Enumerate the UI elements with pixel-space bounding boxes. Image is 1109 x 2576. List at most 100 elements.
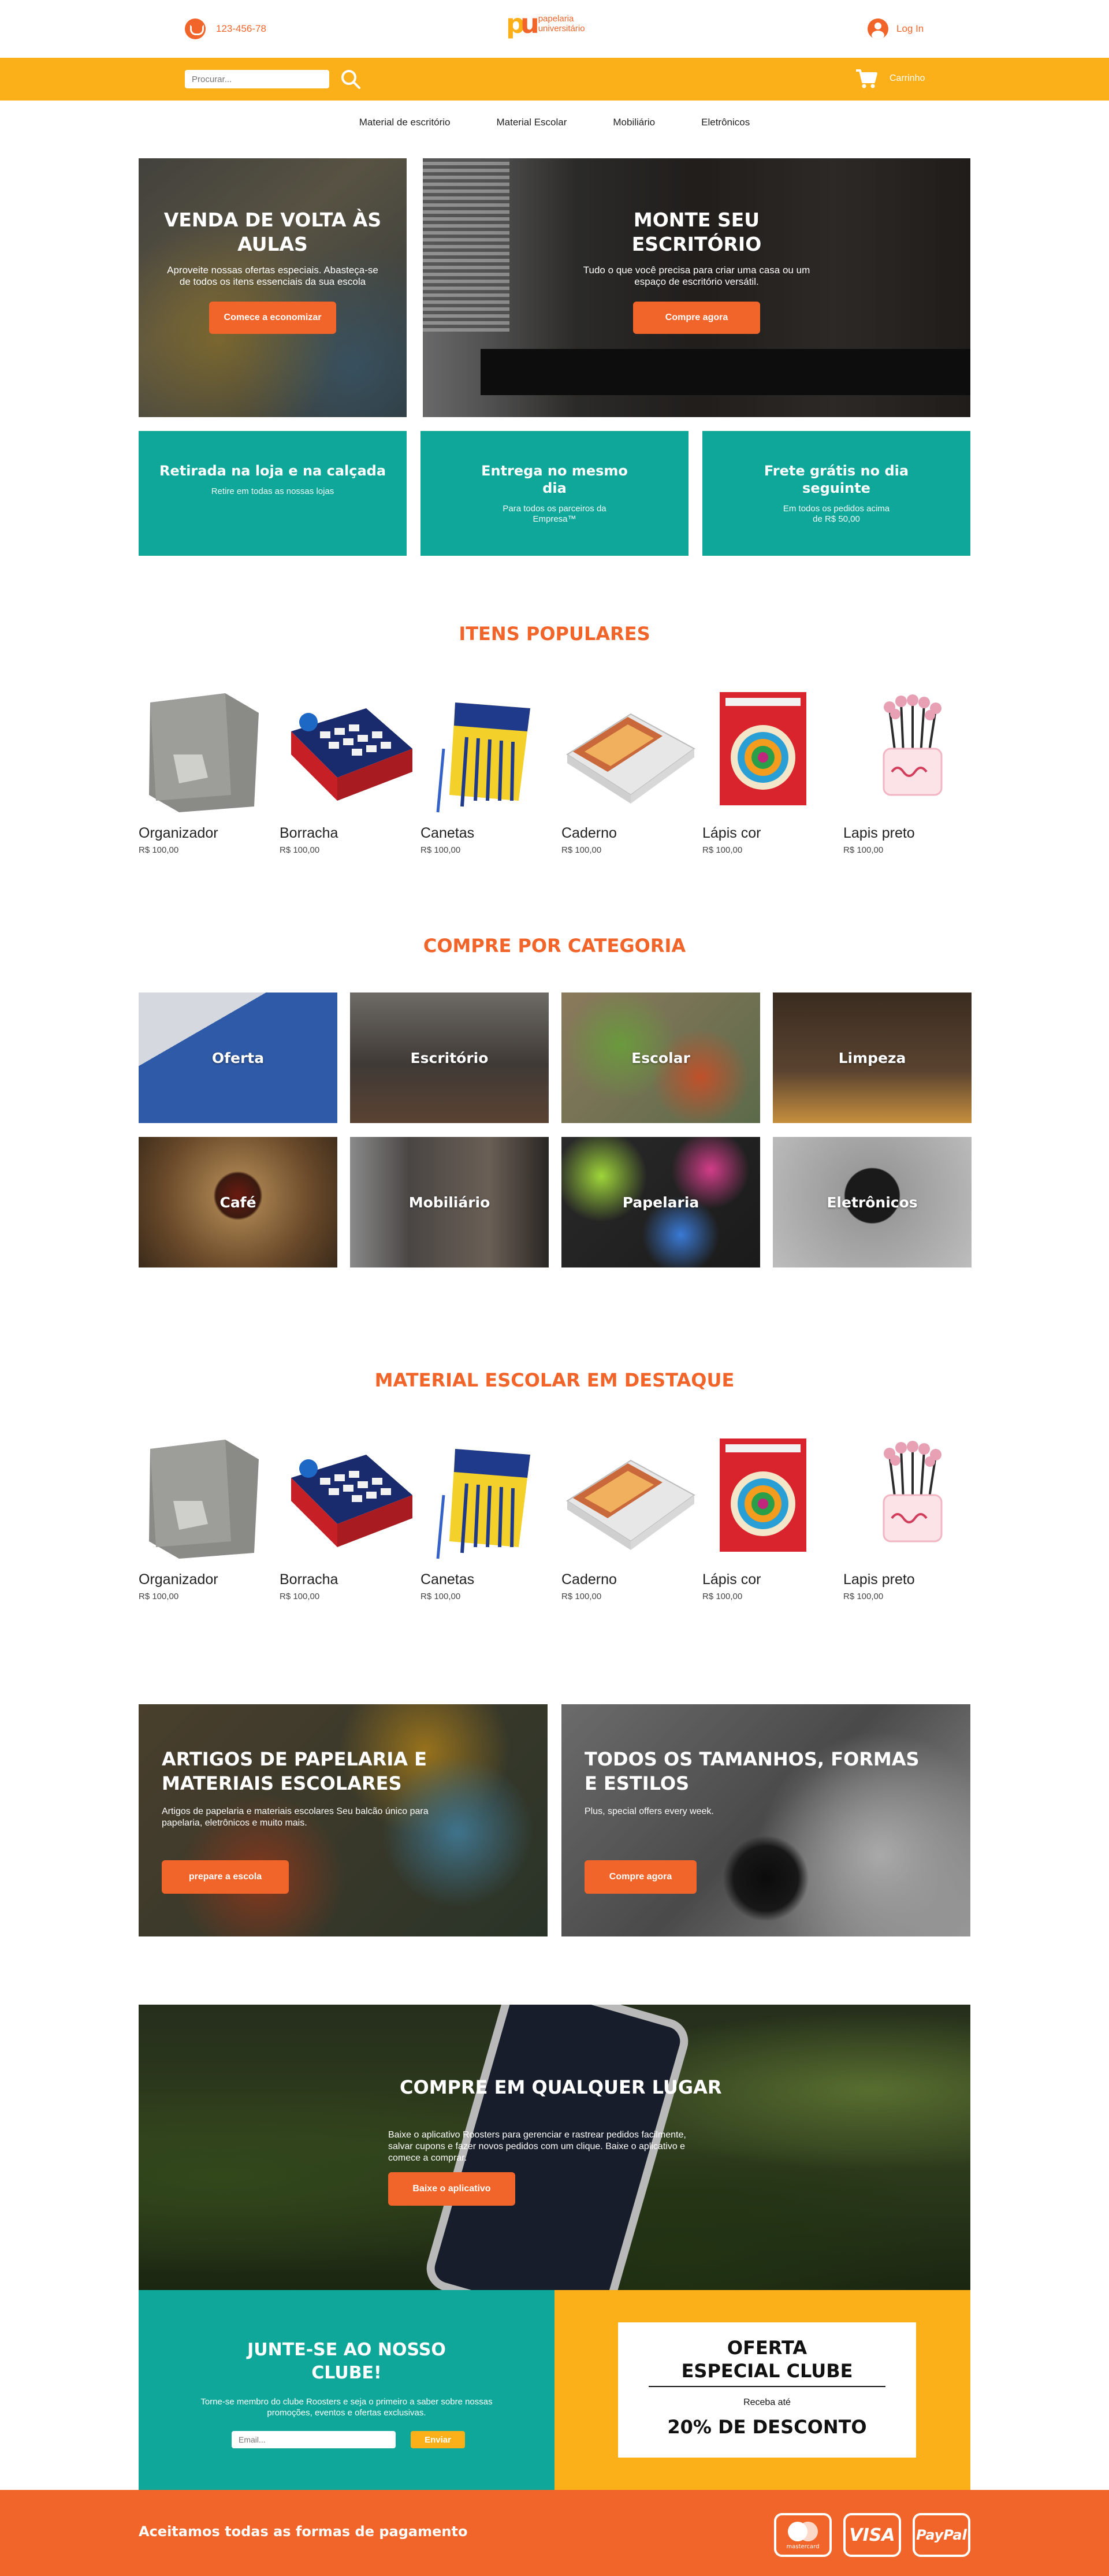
search-icon[interactable] xyxy=(340,68,362,90)
feature-text: Para todos os parceiros da Empresa™ xyxy=(503,504,606,524)
organizer-icon xyxy=(149,1440,259,1559)
login-link[interactable]: Log In xyxy=(868,18,924,39)
product-price: R$ 100,00 xyxy=(843,1592,884,1601)
feature-text: Retire em todas as nossas lojas xyxy=(211,486,334,496)
shop-now-button[interactable]: Compre agora xyxy=(585,1860,697,1894)
mastercard-icon: mastercard xyxy=(774,2513,832,2557)
product-card[interactable]: Borracha R$ 100,00 xyxy=(280,685,420,855)
visa-label: VISA xyxy=(849,2525,895,2545)
product-name: Borracha xyxy=(280,825,338,841)
product-name: Organizador xyxy=(139,825,218,841)
feature-title: Retirada na loja e na calçada xyxy=(159,463,386,479)
search-input[interactable] xyxy=(185,70,329,88)
club-text: Torne-se membro do clube Roosters e seja… xyxy=(200,2397,493,2418)
category-label: Mobiliário xyxy=(408,1194,490,1211)
club-signup: JUNTE-SE AO NOSSO CLUBE! Torne-se membro… xyxy=(139,2290,554,2490)
phone-contact[interactable]: 123-456-78 xyxy=(185,18,266,39)
nav-item-office[interactable]: Material de escritório xyxy=(359,117,451,128)
offer-discount: 20% DE DESCONTO xyxy=(667,2416,867,2438)
promo-overlay xyxy=(561,1704,970,1936)
product-price: R$ 100,00 xyxy=(420,1592,461,1601)
product-price: R$ 100,00 xyxy=(561,1592,602,1601)
feature-text: Em todos os pedidos acima de R$ 50,00 xyxy=(783,504,890,524)
popular-title: ITENS POPULARES xyxy=(459,623,650,645)
featured-title: MATERIAL ESCOLAR EM DESTAQUE xyxy=(374,1369,735,1391)
pencils-icon xyxy=(883,694,943,796)
product-card[interactable]: Lápis cor R$ 100,00 xyxy=(702,1432,843,1601)
user-icon xyxy=(868,18,888,39)
product-card[interactable]: Caderno R$ 100,00 xyxy=(561,1432,702,1601)
logo[interactable]: pu papelaria universitário xyxy=(506,10,585,37)
product-name: Borracha xyxy=(280,1571,338,1588)
top-header: 123-456-78 pu papelaria universitário Lo… xyxy=(0,0,1109,58)
promo-title: ARTIGOS DE PAPELARIA E MATERIAIS ESCOLAR… xyxy=(162,1748,427,1794)
category-offer[interactable]: Oferta xyxy=(139,993,337,1123)
category-electronics[interactable]: Eletrônicos xyxy=(773,1137,972,1267)
cart-label: Carrinho xyxy=(890,73,925,83)
product-name: Organizador xyxy=(139,1571,218,1588)
promo-sizes: TODOS OS TAMANHOS, FORMAS E ESTILOS Plus… xyxy=(561,1704,970,1936)
footer: Aceitamos todas as formas de pagamento m… xyxy=(0,2490,1109,2576)
app-title: COMPRE EM QUALQUER LUGAR xyxy=(400,2076,722,2098)
product-card[interactable]: Canetas R$ 100,00 xyxy=(420,1432,561,1601)
product-card[interactable]: Borracha R$ 100,00 xyxy=(280,1432,420,1601)
hero-text: Aproveite nossas ofertas especiais. Abas… xyxy=(167,265,378,287)
hero-back-to-school: VENDA DE VOLTA ÀS AULAS Aproveite nossas… xyxy=(139,158,407,417)
email-field[interactable] xyxy=(232,2431,396,2448)
category-label: Eletrônicos xyxy=(827,1194,918,1211)
category-label: Escolar xyxy=(631,1049,690,1066)
category-label: Escritório xyxy=(410,1049,489,1066)
phone-icon xyxy=(185,18,206,39)
paypal-icon: PayPal xyxy=(913,2513,970,2557)
offer-divider xyxy=(649,2386,885,2387)
pens-icon xyxy=(436,702,530,813)
product-card[interactable]: Lapis preto R$ 100,00 xyxy=(843,1432,984,1601)
promo-stationery: ARTIGOS DE PAPELARIA E MATERIAIS ESCOLAR… xyxy=(139,1704,548,1936)
start-saving-button[interactable]: Comece a economizar xyxy=(209,302,336,334)
product-name: Lápis cor xyxy=(702,825,761,841)
product-card[interactable]: Caderno R$ 100,00 xyxy=(561,685,702,855)
feature-title: Entrega no mesmo dia xyxy=(481,463,628,496)
product-card[interactable]: Organizador R$ 100,00 xyxy=(139,685,280,855)
product-name: Lapis preto xyxy=(843,825,915,841)
download-app-button[interactable]: Baixe o aplicativo xyxy=(388,2172,515,2206)
offer-subtitle: Receba até xyxy=(743,2397,791,2407)
category-coffee[interactable]: Café xyxy=(139,1137,337,1267)
product-name: Caderno xyxy=(561,1571,617,1588)
category-cleaning[interactable]: Limpeza xyxy=(773,993,972,1123)
category-label: Papelaria xyxy=(622,1194,699,1211)
nav-item-school[interactable]: Material Escolar xyxy=(497,117,567,128)
product-card[interactable]: Organizador R$ 100,00 xyxy=(139,1432,280,1601)
cart-icon xyxy=(856,69,877,88)
category-stationery[interactable]: Papelaria xyxy=(561,1137,760,1267)
organizer-icon xyxy=(149,693,259,812)
login-label: Log In xyxy=(896,23,924,34)
category-school[interactable]: Escolar xyxy=(561,993,760,1123)
prepare-school-button[interactable]: prepare a escola xyxy=(162,1860,289,1894)
visa-icon: VISA xyxy=(843,2513,901,2557)
send-button[interactable]: Enviar xyxy=(411,2431,465,2448)
hero-title: MONTE SEU ESCRITÓRIO xyxy=(631,209,762,255)
notebook-icon xyxy=(566,713,695,804)
product-price: R$ 100,00 xyxy=(843,845,884,855)
product-card[interactable]: Canetas R$ 100,00 xyxy=(420,685,561,855)
nav-item-furniture[interactable]: Mobiliário xyxy=(613,117,655,128)
product-card[interactable]: Lapis preto R$ 100,00 xyxy=(843,685,984,855)
product-name: Canetas xyxy=(420,825,475,841)
promo-text: Artigos de papelaria e materiais escolar… xyxy=(162,1806,429,1828)
nav-item-electronics[interactable]: Eletrônicos xyxy=(701,117,750,128)
category-furniture[interactable]: Mobiliário xyxy=(350,1137,549,1267)
search-bar: Carrinho xyxy=(0,58,1109,101)
offer-title: OFERTA ESPECIAL CLUBE xyxy=(681,2337,853,2382)
mastercard-circles-icon xyxy=(788,2521,818,2541)
app-banner: COMPRE EM QUALQUER LUGAR Baixe o aplicat… xyxy=(139,2005,970,2290)
product-name: Caderno xyxy=(561,825,617,841)
club-offer-card: OFERTA ESPECIAL CLUBE Receba até 20% DE … xyxy=(618,2322,916,2458)
paypal-label: PayPal xyxy=(916,2527,967,2543)
logo-line-1: papelaria xyxy=(538,14,574,24)
product-card[interactable]: Lápis cor R$ 100,00 xyxy=(702,685,843,855)
category-office[interactable]: Escritório xyxy=(350,993,549,1123)
cart-link[interactable]: Carrinho xyxy=(855,68,925,89)
feature-pickup: Retirada na loja e na calçada Retire em … xyxy=(139,431,407,556)
shop-now-button[interactable]: Compre agora xyxy=(633,302,760,334)
